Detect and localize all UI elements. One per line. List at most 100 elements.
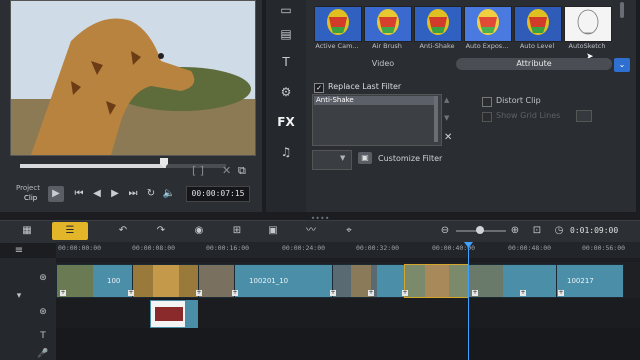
timeline-clip[interactable]: 100217 [556, 264, 624, 298]
storyboard-view-button[interactable]: ☰ [52, 222, 88, 240]
volume-icon[interactable]: 🔈 [162, 187, 176, 201]
audio-icon[interactable]: ♫ [274, 142, 298, 162]
tab-attribute[interactable]: Attribute [456, 58, 612, 70]
timeline-clip[interactable] [404, 264, 470, 298]
timeline-view-icon[interactable]: ▦ [18, 224, 36, 238]
transition-marker[interactable]: + [330, 290, 336, 296]
filter-list-scrollbar[interactable] [434, 96, 438, 142]
ruler-tick-label: 00:00:32:00 [356, 244, 400, 252]
fx-filter-icon[interactable]: FX [274, 112, 298, 132]
scrubber-progress [20, 164, 166, 168]
transition-marker[interactable]: + [558, 290, 564, 296]
clip-mode-label[interactable]: Clip [24, 194, 37, 202]
distort-clip-label: Distort Clip [496, 96, 541, 105]
sound-mixer-icon[interactable]: ⊞ [228, 224, 246, 238]
repeat-icon[interactable]: ↻ [144, 187, 158, 201]
filter-thumb-4[interactable] [464, 6, 512, 42]
filter-thumb-6[interactable] [564, 6, 612, 42]
title-track[interactable] [56, 328, 640, 360]
library-scrollbar[interactable] [620, 2, 624, 18]
home-icon[interactable]: ⏮ [72, 187, 86, 201]
project-mode-label[interactable]: Project [16, 184, 40, 192]
timeline-clip[interactable]: 100201_10 [234, 264, 334, 298]
ruler-tick-label: 00:00:00:00 [58, 244, 102, 252]
ruler-tick-label: 00:00:16:00 [206, 244, 250, 252]
graphics-icon[interactable]: ⚙ [274, 82, 298, 102]
record-capture-icon[interactable]: ◉ [190, 224, 208, 238]
preview-timecode[interactable]: 00:00:07:15 [186, 186, 250, 202]
ruler-tick-label: 00:00:24:00 [282, 244, 326, 252]
filter-label-3: Anti-Shake [419, 42, 455, 50]
timeline-clip[interactable] [468, 264, 558, 298]
remove-filter-icon[interactable]: ✕ [444, 132, 452, 143]
auto-music-icon[interactable]: ▣ [264, 224, 282, 238]
zoom-slider-handle[interactable] [476, 226, 484, 234]
play-button[interactable]: ▶ [48, 186, 64, 202]
transition-marker[interactable]: + [196, 290, 202, 296]
media-icon[interactable]: ▭ [274, 0, 298, 20]
zoom-out-icon[interactable]: ⊖ [436, 224, 454, 238]
show-grid-lines-checkbox [482, 112, 492, 122]
filter-label-6: AutoSketch [568, 42, 606, 50]
ruler-tick-label: 00:00:48:00 [508, 244, 552, 252]
customize-filter-label[interactable]: Customize Filter [378, 154, 442, 163]
transition-marker[interactable]: + [60, 290, 66, 296]
audio-wave-icon[interactable]: 〰 [302, 224, 320, 238]
video-preview [10, 0, 256, 156]
track-collapse-icon[interactable]: ▾ [12, 290, 26, 302]
project-duration: 0:01:09:00 [570, 226, 619, 235]
timeline-clip[interactable]: 100 [56, 264, 134, 298]
transition-marker[interactable]: + [368, 290, 374, 296]
filter-thumb-2[interactable] [364, 6, 412, 42]
track-manager-icon[interactable]: ≡ [10, 244, 28, 258]
chevron-down-icon[interactable]: ▼ [340, 154, 345, 162]
replace-last-filter-label: Replace Last Filter [328, 82, 402, 91]
undo-icon[interactable]: ↶ [114, 224, 132, 238]
voice-track-icon[interactable]: 🎤 [36, 348, 50, 360]
timeline-clip[interactable] [198, 264, 236, 298]
transition-marker[interactable]: + [402, 290, 408, 296]
title-icon[interactable]: T [274, 52, 298, 72]
grid-options-icon [576, 110, 592, 122]
replace-last-filter-checkbox[interactable]: ✓ [314, 83, 324, 93]
instant-project-icon[interactable]: ▤ [274, 24, 298, 44]
close-icon[interactable]: ✕ [222, 164, 231, 177]
overlay-track-icon[interactable]: ⊛ [36, 306, 50, 318]
filter-label-1: Active Cam... [315, 42, 359, 50]
applied-filter-item[interactable]: Anti-Shake [314, 96, 434, 105]
timeline-clip[interactable] [132, 264, 200, 298]
zoom-in-icon[interactable]: ⊕ [506, 224, 524, 238]
move-down-icon[interactable]: ▼ [444, 114, 449, 122]
expand-options-button[interactable]: ⌄ [614, 58, 630, 72]
customize-filter-icon[interactable]: ▣ [358, 152, 372, 164]
redo-icon[interactable]: ↷ [152, 224, 170, 238]
ruler-tick-label: 00:00:08:00 [132, 244, 176, 252]
overlay-clip[interactable] [150, 300, 198, 328]
clock-icon[interactable]: ◷ [550, 224, 568, 238]
overlay-track[interactable] [56, 298, 640, 328]
end-icon[interactable]: ⏭ [126, 187, 140, 201]
ruler-tick-label: 00:00:56:00 [582, 244, 626, 252]
preset-dropdown[interactable] [312, 150, 352, 170]
filter-thumb-3[interactable] [414, 6, 462, 42]
tab-video[interactable]: Video [318, 58, 448, 70]
transition-marker[interactable]: + [472, 290, 478, 296]
enlarge-icon[interactable]: ⧉ [238, 164, 246, 178]
fit-project-icon[interactable]: ⊡ [528, 224, 546, 238]
trim-markers-icon[interactable]: [ ] [192, 164, 204, 177]
move-up-icon[interactable]: ▲ [444, 96, 449, 104]
motion-tracking-icon[interactable]: ⌖ [340, 224, 358, 238]
title-track-icon[interactable]: T [36, 330, 50, 342]
video-track-icon[interactable]: ⊛ [36, 272, 50, 284]
transition-marker[interactable]: + [232, 290, 238, 296]
distort-clip-checkbox[interactable] [482, 97, 492, 107]
filter-thumb-1[interactable] [314, 6, 362, 42]
transition-marker[interactable]: + [520, 290, 526, 296]
next-frame-icon[interactable]: ▶ [108, 187, 122, 201]
giraffe-image [11, 1, 255, 155]
previous-frame-icon[interactable]: ◀ [90, 187, 104, 201]
filter-thumb-5[interactable] [514, 6, 562, 42]
timeline-playhead[interactable] [468, 242, 469, 360]
clip-label: 100 [107, 277, 121, 285]
transition-marker[interactable]: + [128, 290, 134, 296]
